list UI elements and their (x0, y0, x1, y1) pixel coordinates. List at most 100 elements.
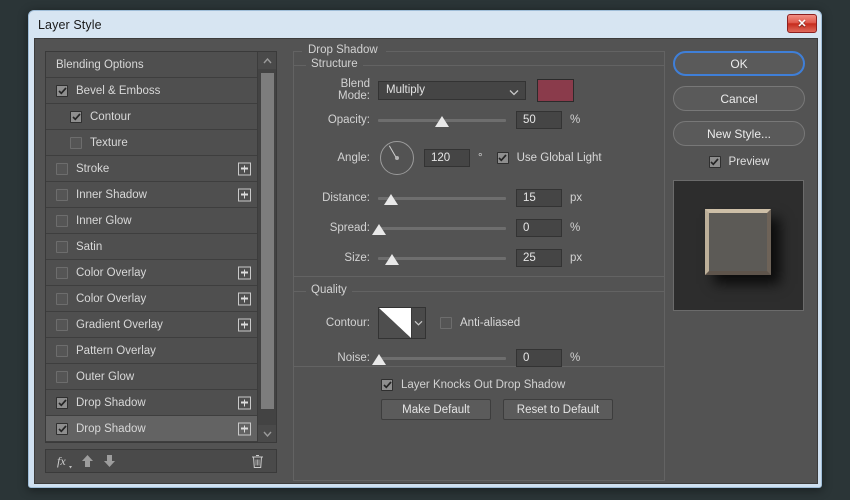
spread-knob[interactable] (372, 224, 387, 235)
effect-checkbox[interactable] (56, 292, 68, 305)
new-style-button[interactable]: New Style... (673, 121, 805, 146)
add-effect-icon[interactable] (238, 396, 251, 409)
effect-checkbox[interactable] (56, 266, 68, 279)
effect-row-drop-shadow[interactable]: Drop Shadow (46, 416, 259, 442)
opacity-unit: % (570, 114, 581, 126)
effect-checkbox[interactable] (56, 214, 68, 227)
effect-checkbox[interactable] (56, 318, 68, 331)
effect-checkbox[interactable] (70, 110, 82, 123)
opacity-knob[interactable] (435, 116, 449, 127)
noise-track (378, 356, 506, 360)
noise-slider[interactable] (372, 349, 506, 367)
add-effect-icon[interactable] (238, 292, 251, 305)
effect-row-inner-glow[interactable]: Inner Glow (46, 208, 259, 234)
effect-label: Stroke (76, 162, 110, 175)
distance-unit: px (570, 192, 583, 204)
preview-checkbox[interactable]: Preview (673, 156, 805, 168)
blend-mode-value: Multiply (386, 84, 425, 96)
move-down-icon[interactable] (98, 451, 120, 471)
effect-label: Color Overlay (76, 266, 147, 279)
blend-mode-select[interactable]: Multiply (378, 80, 526, 100)
close-icon[interactable]: ✕ (787, 14, 817, 33)
effect-checkbox[interactable] (56, 240, 68, 253)
angle-unit: ° (478, 152, 483, 164)
contour-chevron-down-icon[interactable] (410, 308, 425, 338)
opacity-label: Opacity: (327, 114, 370, 126)
svg-text:fx: fx (57, 454, 66, 468)
effect-row-stroke[interactable]: Stroke (46, 156, 259, 182)
effect-row-satin[interactable]: Satin (46, 234, 259, 260)
spread-input[interactable]: 0 (516, 219, 562, 237)
move-up-icon[interactable] (76, 451, 98, 471)
size-knob[interactable] (385, 254, 400, 265)
effects-list-container: Blending Options Bevel & Emboss Contour Tex… (45, 51, 277, 443)
cancel-button[interactable]: Cancel (673, 86, 805, 111)
effect-row-outer-glow[interactable]: Outer Glow (46, 364, 259, 390)
effect-checkbox[interactable] (56, 370, 68, 383)
effect-checkbox[interactable] (56, 188, 68, 201)
distance-slider[interactable] (378, 189, 506, 207)
opacity-slider[interactable] (378, 111, 506, 129)
reset-to-default-button[interactable]: Reset to Default (503, 399, 613, 420)
effect-row-blending-options[interactable]: Blending Options (46, 52, 259, 78)
add-effect-icon[interactable] (238, 318, 251, 331)
effect-row-contour[interactable]: Contour (46, 104, 259, 130)
add-effect-icon[interactable] (238, 188, 251, 201)
make-default-button[interactable]: Make Default (381, 399, 491, 420)
use-global-light-checkbox[interactable]: Use Global Light (496, 152, 602, 164)
opacity-input[interactable]: 50 (516, 111, 562, 129)
layer-knocks-out-checkbox[interactable]: Layer Knocks Out Drop Shadow (381, 379, 665, 391)
chevron-down-icon (509, 87, 519, 99)
effect-label: Blending Options (56, 58, 144, 71)
effect-row-pattern-overlay[interactable]: Pattern Overlay (46, 338, 259, 364)
contour-thumbnail (379, 308, 411, 338)
add-effect-icon[interactable] (238, 422, 251, 435)
angle-label: Angle: (337, 152, 370, 164)
scroll-down-icon[interactable] (258, 425, 276, 442)
settings-column: Drop Shadow Structure Blend Mode: Multip… (293, 44, 665, 481)
scroll-up-icon[interactable] (258, 52, 276, 69)
anti-aliased-box[interactable] (440, 317, 452, 329)
effect-label: Pattern Overlay (76, 344, 156, 357)
effect-checkbox[interactable] (56, 344, 68, 357)
effect-row-gradient-overlay[interactable]: Gradient Overlay (46, 312, 259, 338)
noise-knob[interactable] (372, 354, 387, 365)
contour-preset-select[interactable] (378, 307, 426, 339)
effect-checkbox[interactable] (70, 136, 82, 149)
angle-input[interactable]: 120 (424, 149, 470, 167)
effect-row-drop-shadow[interactable]: Drop Shadow (46, 390, 259, 416)
effect-row-color-overlay[interactable]: Color Overlay (46, 286, 259, 312)
noise-input[interactable]: 0 (516, 349, 562, 367)
effects-toolbar: fx (45, 449, 277, 473)
use-global-light-box[interactable] (496, 152, 509, 164)
angle-dial[interactable] (380, 141, 414, 175)
scrollbar-track[interactable] (258, 69, 276, 425)
add-effect-icon[interactable] (238, 162, 251, 175)
effect-row-texture[interactable]: Texture (46, 130, 259, 156)
effect-row-color-overlay[interactable]: Color Overlay (46, 260, 259, 286)
distance-knob[interactable] (383, 194, 398, 205)
layer-knocks-out-box[interactable] (381, 379, 393, 391)
distance-input[interactable]: 15 (516, 189, 562, 207)
effect-checkbox[interactable] (56, 396, 68, 409)
spread-row: Spread: 0 % (306, 218, 652, 238)
effect-checkbox[interactable] (56, 84, 68, 97)
scrollbar-thumb[interactable] (261, 73, 274, 409)
add-effect-icon[interactable] (238, 266, 251, 279)
effect-label: Texture (90, 136, 128, 149)
size-slider[interactable] (378, 249, 506, 267)
size-input[interactable]: 25 (516, 249, 562, 267)
effect-checkbox[interactable] (56, 162, 68, 175)
fx-icon[interactable]: fx (54, 451, 76, 471)
spread-slider[interactable] (372, 219, 506, 237)
preview-box[interactable] (708, 156, 721, 168)
ok-button[interactable]: OK (673, 51, 805, 76)
shadow-color-swatch[interactable] (537, 78, 574, 102)
effect-row-inner-shadow[interactable]: Inner Shadow (46, 182, 259, 208)
effect-checkbox[interactable] (56, 422, 68, 435)
drop-shadow-title: Drop Shadow (303, 44, 383, 56)
effects-scrollbar[interactable] (257, 52, 276, 442)
anti-aliased-checkbox[interactable]: Anti-aliased (440, 317, 520, 329)
effect-row-bevel-emboss[interactable]: Bevel & Emboss (46, 78, 259, 104)
delete-icon[interactable] (246, 451, 268, 471)
